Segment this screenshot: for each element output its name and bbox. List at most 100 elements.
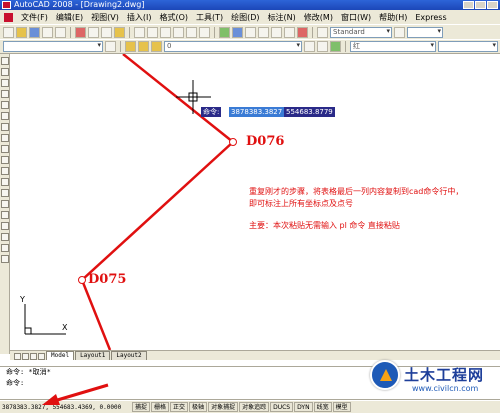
make-block-icon[interactable] xyxy=(1,189,9,197)
table-icon[interactable] xyxy=(1,244,9,252)
tool-palette-icon[interactable] xyxy=(245,26,256,38)
new-file-icon[interactable] xyxy=(3,26,14,38)
ellipse-arc-icon[interactable] xyxy=(1,167,9,175)
layer-freeze-icon[interactable] xyxy=(151,41,162,52)
menu-format[interactable]: 格式(O) xyxy=(155,12,192,23)
properties-icon[interactable] xyxy=(219,26,230,38)
standard-toolbar: Standard xyxy=(0,24,500,39)
arc-icon[interactable] xyxy=(1,112,9,120)
zoom-previous-icon[interactable] xyxy=(199,26,210,38)
maximize-button[interactable] xyxy=(475,1,486,9)
ucs-x-label: X xyxy=(62,323,68,332)
layer-manager-icon[interactable] xyxy=(125,41,136,52)
circle-icon[interactable] xyxy=(1,123,9,131)
copy-icon[interactable] xyxy=(88,26,99,38)
draw-toolbar xyxy=(0,54,10,354)
tab-nav-last-icon[interactable] xyxy=(38,353,45,360)
tab-model[interactable]: Model xyxy=(46,351,75,360)
layer-previous-icon[interactable] xyxy=(317,41,328,52)
dim-style-dropdown[interactable] xyxy=(407,26,443,38)
redo-icon[interactable] xyxy=(147,26,158,38)
save-icon[interactable] xyxy=(29,26,40,38)
zoom-window-icon[interactable] xyxy=(186,26,197,38)
dynamic-input-y-field[interactable]: 554683.8779 xyxy=(284,107,335,117)
open-folder-icon[interactable] xyxy=(16,26,27,38)
menu-file[interactable]: 文件(F) xyxy=(17,12,52,23)
close-button[interactable] xyxy=(487,1,498,9)
help-icon[interactable] xyxy=(297,26,308,38)
multiline-text-icon[interactable] xyxy=(1,255,9,263)
menu-help[interactable]: 帮助(H) xyxy=(375,12,411,23)
menu-insert[interactable]: 插入(I) xyxy=(123,12,156,23)
print-icon[interactable] xyxy=(42,26,53,38)
point-marker-d075[interactable] xyxy=(78,276,86,284)
minimize-button[interactable] xyxy=(463,1,474,9)
menu-dimension[interactable]: 标注(N) xyxy=(264,12,300,23)
ducs-toggle[interactable]: DUCS xyxy=(270,402,294,412)
toolbar-divider xyxy=(312,26,313,38)
point-marker-d076[interactable] xyxy=(229,138,237,146)
layer-states-icon[interactable] xyxy=(330,41,341,52)
menu-draw[interactable]: 绘图(D) xyxy=(227,12,263,23)
menu-modify[interactable]: 修改(M) xyxy=(300,12,337,23)
construction-line-icon[interactable] xyxy=(1,68,9,76)
line-icon[interactable] xyxy=(1,57,9,65)
tab-nav-prev-icon[interactable] xyxy=(22,353,29,360)
grid-toggle[interactable]: 栅格 xyxy=(151,402,170,412)
cut-icon[interactable] xyxy=(75,26,86,38)
polyline-path[interactable] xyxy=(80,54,235,350)
polar-toggle[interactable]: 极轴 xyxy=(189,402,208,412)
tab-layout2[interactable]: Layout2 xyxy=(111,351,147,360)
markup-icon[interactable] xyxy=(271,26,282,38)
region-icon[interactable] xyxy=(1,233,9,241)
menu-tools[interactable]: 工具(T) xyxy=(192,12,227,23)
otrack-toggle[interactable]: 对象追踪 xyxy=(239,402,270,412)
calculator-icon[interactable] xyxy=(284,26,295,38)
menu-view[interactable]: 视图(V) xyxy=(87,12,123,23)
color-dropdown[interactable]: 红 xyxy=(350,41,436,52)
gradient-icon[interactable] xyxy=(1,222,9,230)
menu-window[interactable]: 窗口(W) xyxy=(337,12,375,23)
instruction-line-2: 即可标注上所有坐标点及点号 xyxy=(249,199,353,208)
zoom-realtime-icon[interactable] xyxy=(173,26,184,38)
osnap-toggle[interactable]: 对象捕捉 xyxy=(208,402,239,412)
point-label-d075: D075 xyxy=(88,272,127,287)
tab-layout1[interactable]: Layout1 xyxy=(75,351,111,360)
polygon-icon[interactable] xyxy=(1,90,9,98)
text-style-dropdown[interactable]: Standard xyxy=(330,26,392,38)
dyn-toggle[interactable]: DYN xyxy=(294,402,313,412)
layer-on-icon[interactable] xyxy=(138,41,149,52)
tab-nav-first-icon[interactable] xyxy=(14,353,21,360)
point-icon[interactable] xyxy=(1,200,9,208)
workspace-dropdown[interactable] xyxy=(3,41,103,52)
design-center-icon[interactable] xyxy=(232,26,243,38)
menu-bar: 文件(F) 编辑(E) 视图(V) 插入(I) 格式(O) 工具(T) 绘图(D… xyxy=(0,10,500,24)
ellipse-icon[interactable] xyxy=(1,156,9,164)
match-properties-icon[interactable] xyxy=(114,26,125,38)
make-current-layer-icon[interactable] xyxy=(304,41,315,52)
hatch-icon[interactable] xyxy=(1,211,9,219)
undo-icon[interactable] xyxy=(134,26,145,38)
dynamic-input-x-field[interactable]: 3878383.3827 xyxy=(229,107,285,117)
menu-express[interactable]: Express xyxy=(411,13,450,22)
pan-icon[interactable] xyxy=(160,26,171,38)
linetype-dropdown[interactable] xyxy=(438,41,498,52)
document-menu-icon[interactable] xyxy=(4,12,13,22)
tab-nav-next-icon[interactable] xyxy=(30,353,37,360)
workspace-settings-icon[interactable] xyxy=(105,41,116,52)
lineweight-toggle[interactable]: 线宽 xyxy=(313,402,332,412)
print-preview-icon[interactable] xyxy=(55,26,66,38)
ortho-toggle[interactable]: 正交 xyxy=(170,402,189,412)
menu-edit[interactable]: 编辑(E) xyxy=(52,12,87,23)
autocad-app-icon[interactable] xyxy=(2,1,11,9)
paste-icon[interactable] xyxy=(101,26,112,38)
layer-dropdown[interactable]: 0 xyxy=(164,41,302,52)
revision-cloud-icon[interactable] xyxy=(1,134,9,142)
rectangle-icon[interactable] xyxy=(1,101,9,109)
insert-block-icon[interactable] xyxy=(1,178,9,186)
model-toggle[interactable]: 模型 xyxy=(332,402,351,412)
spline-icon[interactable] xyxy=(1,145,9,153)
polyline-icon[interactable] xyxy=(1,79,9,87)
snap-toggle[interactable]: 捕捉 xyxy=(132,402,151,412)
sheet-set-icon[interactable] xyxy=(258,26,269,38)
